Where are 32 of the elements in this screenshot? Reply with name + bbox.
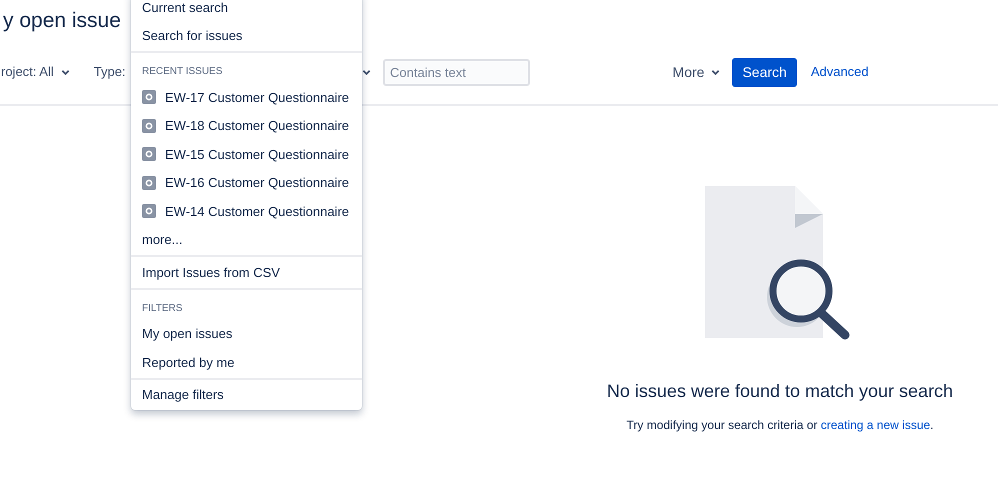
- section-heading: FILTERS: [141, 302, 184, 316]
- empty-state-message: Try modifying your search criteria or creating a new issue.: [626, 417, 934, 434]
- chevron-down-icon[interactable]: [362, 68, 371, 76]
- filter-dropdown[interactable]: Type:: [94, 62, 126, 82]
- menu-item[interactable]: Current search: [131, 0, 362, 22]
- search-button[interactable]: Search: [732, 58, 797, 86]
- menu-item[interactable]: Manage filters: [131, 380, 362, 409]
- menu-item[interactable]: My open issues: [131, 320, 362, 348]
- create-issue-link[interactable]: creating a new issue: [820, 418, 930, 432]
- issue-type-icon: [142, 147, 156, 162]
- recent-issue-item[interactable]: EW-17 Customer Questionnaire: [131, 83, 362, 112]
- chevron-down-icon: [60, 68, 70, 76]
- advanced-link[interactable]: Advanced: [810, 62, 869, 82]
- recent-issue-item[interactable]: EW-14 Customer Questionnaire: [131, 197, 362, 226]
- menu-item[interactable]: Import Issues from CSV: [131, 258, 362, 286]
- menu-item[interactable]: Search for issues: [131, 22, 362, 50]
- issue-type-icon: [142, 90, 156, 104]
- issue-type-icon: [142, 118, 156, 133]
- issue-type-icon: [142, 204, 156, 218]
- menu-item[interactable]: more...: [131, 226, 362, 254]
- more-button[interactable]: More: [672, 62, 720, 82]
- filter-dropdown[interactable]: roject: All: [1, 62, 70, 82]
- recent-issue-item[interactable]: EW-16 Customer Questionnaire: [131, 168, 362, 197]
- search-field[interactable]: Contains text: [383, 58, 530, 86]
- issue-type-icon: [142, 176, 156, 190]
- chevron-down-icon: [711, 68, 720, 76]
- section-heading: RECENT ISSUES: [141, 65, 224, 79]
- page-title: y open issue: [3, 8, 121, 34]
- menu-item[interactable]: Reported by me: [131, 348, 362, 376]
- recent-issue-item[interactable]: EW-15 Customer Questionnaire: [131, 140, 362, 168]
- empty-state-title: No issues were found to match your search: [606, 380, 954, 403]
- recent-issue-item[interactable]: EW-18 Customer Questionnaire: [131, 112, 362, 140]
